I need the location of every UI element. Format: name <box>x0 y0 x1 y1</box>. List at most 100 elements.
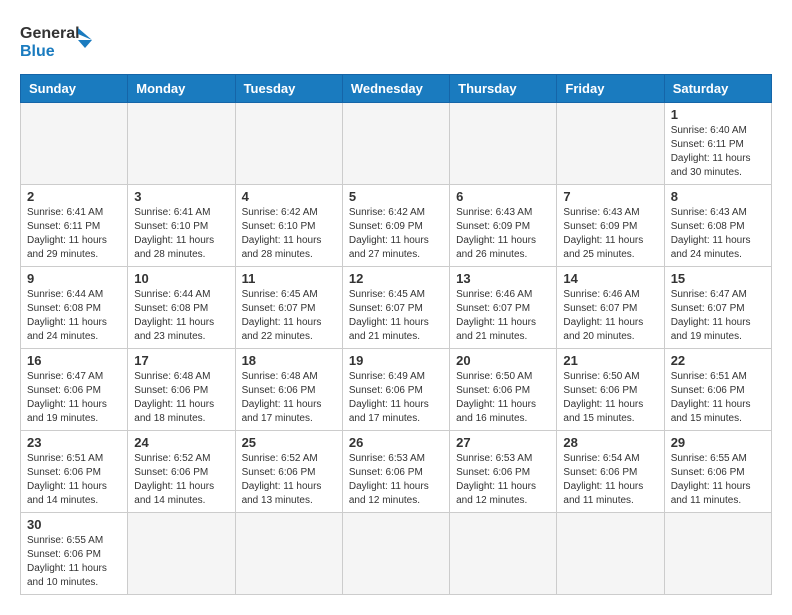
svg-text:Blue: Blue <box>20 43 55 60</box>
day-info: Sunrise: 6:47 AM Sunset: 6:06 PM Dayligh… <box>27 370 121 426</box>
calendar-day-cell: 17Sunrise: 6:48 AM Sunset: 6:06 PM Dayli… <box>128 349 235 431</box>
day-info: Sunrise: 6:43 AM Sunset: 6:09 PM Dayligh… <box>563 206 657 262</box>
calendar-day-cell: 29 Sunrise: 6:55 AM Sunset: 6:06 PM Dayli… <box>664 431 771 513</box>
calendar-day-cell <box>450 513 557 595</box>
weekday-header: Friday <box>557 75 664 103</box>
calendar-day-cell: 18 Sunrise: 6:48 AM Sunset: 6:06 PM Dayli… <box>235 349 342 431</box>
calendar-day-cell: 9 Sunrise: 6:44 AM Sunset: 6:08 PM Daylig… <box>21 267 128 349</box>
calendar-day-cell: 20Sunrise: 6:50 AM Sunset: 6:06 PM Dayli… <box>450 349 557 431</box>
day-number: 29 <box>671 435 765 450</box>
day-number: 1 <box>671 107 765 122</box>
day-info: Sunrise: 6:48 AM Sunset: 6:06 PM Dayligh… <box>242 370 336 426</box>
calendar-day-cell: 28Sunrise: 6:54 AM Sunset: 6:06 PM Dayli… <box>557 431 664 513</box>
day-info: Sunrise: 6:51 AM Sunset: 6:06 PM Dayligh… <box>27 452 121 508</box>
day-number: 16 <box>27 353 121 368</box>
day-number: 5 <box>349 189 443 204</box>
day-info: Sunrise: 6:54 AM Sunset: 6:06 PM Dayligh… <box>563 452 657 508</box>
day-info: Sunrise: 6:41 AM Sunset: 6:10 PM Dayligh… <box>134 206 228 262</box>
day-info: Sunrise: 6:44 AM Sunset: 6:08 PM Dayligh… <box>134 288 228 344</box>
calendar-day-cell <box>664 513 771 595</box>
calendar-day-cell: 11 Sunrise: 6:45 AM Sunset: 6:07 PM Dayli… <box>235 267 342 349</box>
weekday-header: Thursday <box>450 75 557 103</box>
day-info: Sunrise: 6:40 AM Sunset: 6:11 PM Dayligh… <box>671 124 765 180</box>
day-number: 9 <box>27 271 121 286</box>
calendar-day-cell: 26 Sunrise: 6:53 AM Sunset: 6:06 PM Dayli… <box>342 431 449 513</box>
calendar-day-cell: 12 Sunrise: 6:45 AM Sunset: 6:07 PM Dayli… <box>342 267 449 349</box>
calendar-day-cell <box>342 103 449 185</box>
calendar-day-cell <box>557 103 664 185</box>
day-number: 19 <box>349 353 443 368</box>
calendar-day-cell <box>235 513 342 595</box>
calendar-week-row: 9 Sunrise: 6:44 AM Sunset: 6:08 PM Daylig… <box>21 267 772 349</box>
day-number: 21 <box>563 353 657 368</box>
day-number: 4 <box>242 189 336 204</box>
day-number: 22 <box>671 353 765 368</box>
day-info: Sunrise: 6:53 AM Sunset: 6:06 PM Dayligh… <box>349 452 443 508</box>
day-number: 8 <box>671 189 765 204</box>
day-info: Sunrise: 6:42 AM Sunset: 6:09 PM Dayligh… <box>349 206 443 262</box>
calendar-week-row: 23Sunrise: 6:51 AM Sunset: 6:06 PM Dayli… <box>21 431 772 513</box>
day-info: Sunrise: 6:49 AM Sunset: 6:06 PM Dayligh… <box>349 370 443 426</box>
calendar-day-cell: 1 Sunrise: 6:40 AM Sunset: 6:11 PM Daylig… <box>664 103 771 185</box>
calendar-day-cell <box>128 513 235 595</box>
calendar-day-cell: 7Sunrise: 6:43 AM Sunset: 6:09 PM Daylig… <box>557 185 664 267</box>
day-info: Sunrise: 6:45 AM Sunset: 6:07 PM Dayligh… <box>242 288 336 344</box>
day-number: 14 <box>563 271 657 286</box>
day-info: Sunrise: 6:50 AM Sunset: 6:06 PM Dayligh… <box>563 370 657 426</box>
calendar-day-cell: 10 Sunrise: 6:44 AM Sunset: 6:08 PM Dayli… <box>128 267 235 349</box>
day-number: 26 <box>349 435 443 450</box>
page-header: GeneralBlue <box>20 20 772 64</box>
calendar-table: SundayMondayTuesdayWednesdayThursdayFrid… <box>20 74 772 595</box>
day-info: Sunrise: 6:43 AM Sunset: 6:09 PM Dayligh… <box>456 206 550 262</box>
calendar-day-cell: 27Sunrise: 6:53 AM Sunset: 6:06 PM Dayli… <box>450 431 557 513</box>
calendar-day-cell: 30 Sunrise: 6:55 AM Sunset: 6:06 PM Dayli… <box>21 513 128 595</box>
day-info: Sunrise: 6:42 AM Sunset: 6:10 PM Dayligh… <box>242 206 336 262</box>
logo-svg: GeneralBlue <box>20 20 100 64</box>
calendar-day-cell: 14 Sunrise: 6:46 AM Sunset: 6:07 PM Dayli… <box>557 267 664 349</box>
day-number: 13 <box>456 271 550 286</box>
calendar-day-cell: 23Sunrise: 6:51 AM Sunset: 6:06 PM Dayli… <box>21 431 128 513</box>
calendar-day-cell: 16 Sunrise: 6:47 AM Sunset: 6:06 PM Dayli… <box>21 349 128 431</box>
calendar-day-cell: 8Sunrise: 6:43 AM Sunset: 6:08 PM Daylig… <box>664 185 771 267</box>
day-number: 2 <box>27 189 121 204</box>
day-number: 25 <box>242 435 336 450</box>
day-number: 11 <box>242 271 336 286</box>
day-info: Sunrise: 6:55 AM Sunset: 6:06 PM Dayligh… <box>671 452 765 508</box>
calendar-week-row: 1 Sunrise: 6:40 AM Sunset: 6:11 PM Daylig… <box>21 103 772 185</box>
day-info: Sunrise: 6:46 AM Sunset: 6:07 PM Dayligh… <box>563 288 657 344</box>
day-info: Sunrise: 6:53 AM Sunset: 6:06 PM Dayligh… <box>456 452 550 508</box>
calendar-day-cell: 21 Sunrise: 6:50 AM Sunset: 6:06 PM Dayli… <box>557 349 664 431</box>
day-number: 10 <box>134 271 228 286</box>
weekday-header: Sunday <box>21 75 128 103</box>
calendar-day-cell: 22 Sunrise: 6:51 AM Sunset: 6:06 PM Dayli… <box>664 349 771 431</box>
day-info: Sunrise: 6:52 AM Sunset: 6:06 PM Dayligh… <box>242 452 336 508</box>
calendar-day-cell <box>342 513 449 595</box>
day-number: 3 <box>134 189 228 204</box>
calendar-day-cell: 13Sunrise: 6:46 AM Sunset: 6:07 PM Dayli… <box>450 267 557 349</box>
day-number: 30 <box>27 517 121 532</box>
day-info: Sunrise: 6:47 AM Sunset: 6:07 PM Dayligh… <box>671 288 765 344</box>
calendar-day-cell: 2 Sunrise: 6:41 AM Sunset: 6:11 PM Daylig… <box>21 185 128 267</box>
day-info: Sunrise: 6:48 AM Sunset: 6:06 PM Dayligh… <box>134 370 228 426</box>
calendar-day-cell <box>557 513 664 595</box>
calendar-week-row: 30 Sunrise: 6:55 AM Sunset: 6:06 PM Dayli… <box>21 513 772 595</box>
day-info: Sunrise: 6:44 AM Sunset: 6:08 PM Dayligh… <box>27 288 121 344</box>
calendar-day-cell: 4 Sunrise: 6:42 AM Sunset: 6:10 PM Daylig… <box>235 185 342 267</box>
calendar-day-cell: 19 Sunrise: 6:49 AM Sunset: 6:06 PM Dayli… <box>342 349 449 431</box>
day-info: Sunrise: 6:52 AM Sunset: 6:06 PM Dayligh… <box>134 452 228 508</box>
day-info: Sunrise: 6:55 AM Sunset: 6:06 PM Dayligh… <box>27 534 121 590</box>
day-number: 20 <box>456 353 550 368</box>
calendar-day-cell: 15Sunrise: 6:47 AM Sunset: 6:07 PM Dayli… <box>664 267 771 349</box>
day-number: 18 <box>242 353 336 368</box>
calendar-day-cell <box>235 103 342 185</box>
calendar-day-cell: 5 Sunrise: 6:42 AM Sunset: 6:09 PM Daylig… <box>342 185 449 267</box>
day-info: Sunrise: 6:51 AM Sunset: 6:06 PM Dayligh… <box>671 370 765 426</box>
day-info: Sunrise: 6:45 AM Sunset: 6:07 PM Dayligh… <box>349 288 443 344</box>
day-info: Sunrise: 6:41 AM Sunset: 6:11 PM Dayligh… <box>27 206 121 262</box>
calendar-header-row: SundayMondayTuesdayWednesdayThursdayFrid… <box>21 75 772 103</box>
calendar-day-cell: 25 Sunrise: 6:52 AM Sunset: 6:06 PM Dayli… <box>235 431 342 513</box>
weekday-header: Wednesday <box>342 75 449 103</box>
weekday-header: Tuesday <box>235 75 342 103</box>
calendar-day-cell <box>21 103 128 185</box>
day-number: 12 <box>349 271 443 286</box>
